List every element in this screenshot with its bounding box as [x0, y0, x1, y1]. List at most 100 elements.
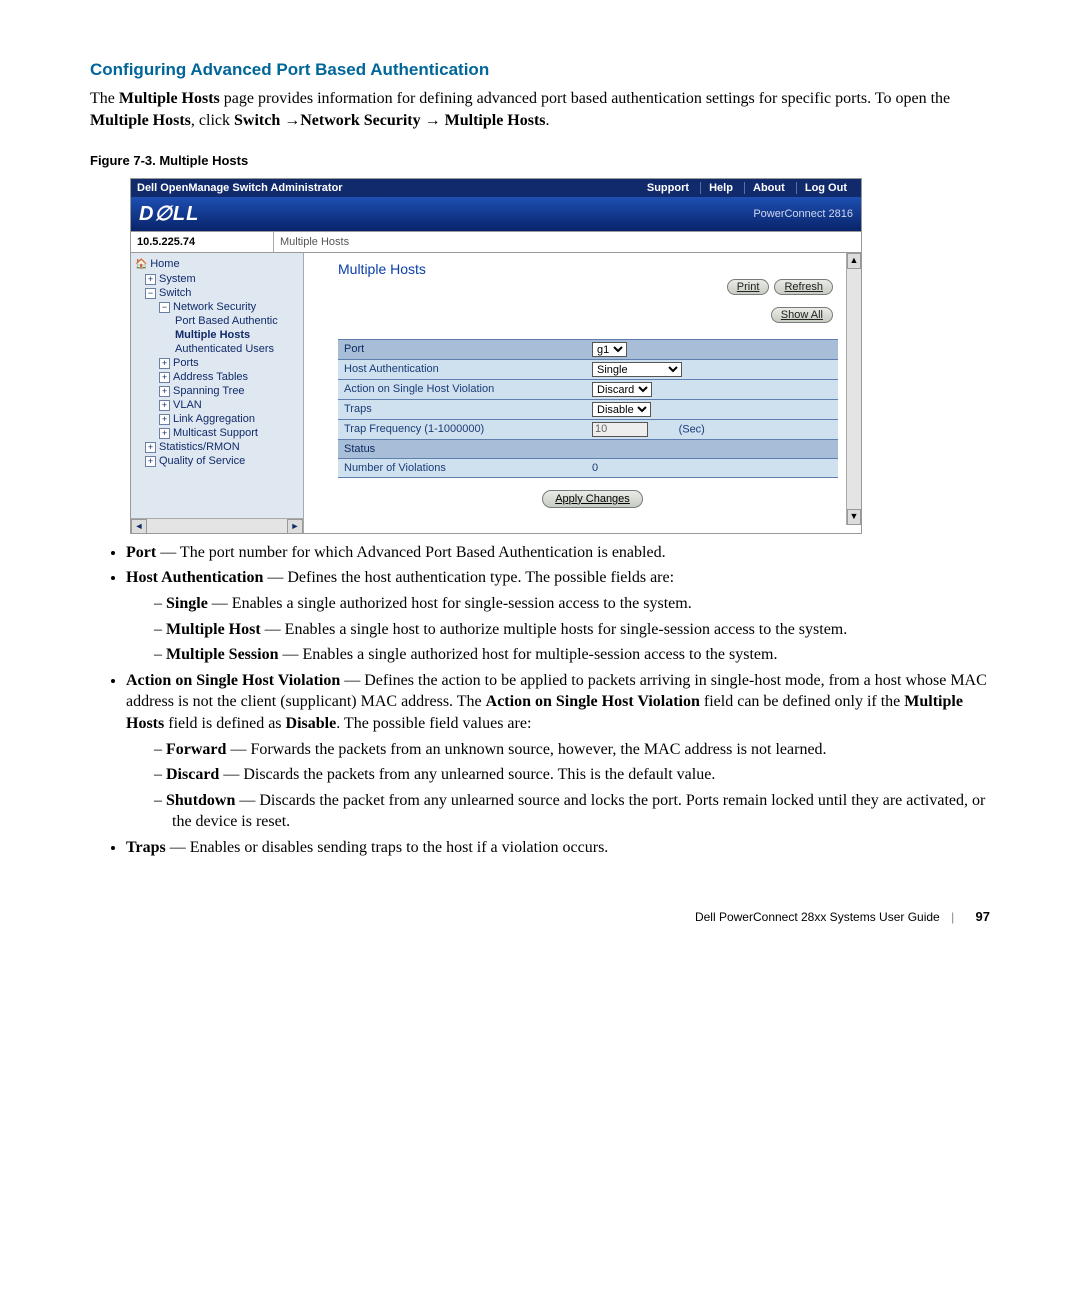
expand-icon[interactable]: + [159, 372, 170, 383]
list-item: Traps — Enables or disables sending trap… [126, 837, 990, 859]
expand-icon[interactable]: + [159, 428, 170, 439]
app-title: Dell OpenManage Switch Administrator [137, 182, 343, 194]
list-item: Action on Single Host Violation — Define… [126, 670, 990, 833]
tree-vlan[interactable]: VLAN [173, 399, 202, 411]
text: — Enables a single authorized host for m… [278, 646, 777, 663]
expand-icon[interactable]: + [159, 386, 170, 397]
term: Discard [166, 766, 219, 783]
print-button[interactable]: Print [727, 279, 770, 295]
term: Network Security [300, 112, 420, 129]
text: — Enables or disables sending traps to t… [166, 839, 609, 856]
logout-link[interactable]: Log Out [796, 182, 855, 194]
term: Multiple Hosts [445, 112, 546, 129]
breadcrumb: Multiple Hosts [274, 232, 355, 252]
list-item: Port — The port number for which Advance… [126, 542, 990, 564]
text: — Enables a single authorized host for s… [208, 595, 692, 612]
refresh-button[interactable]: Refresh [774, 279, 833, 295]
term: Host Authentication [126, 569, 263, 586]
tree-switch[interactable]: Switch [159, 287, 191, 299]
screenshot-frame: Dell OpenManage Switch Administrator Sup… [130, 178, 862, 534]
term: Multiple Hosts [90, 112, 191, 129]
traps-label: Traps [338, 399, 586, 419]
trap-frequency-input[interactable] [592, 422, 648, 437]
support-link[interactable]: Support [639, 182, 697, 194]
expand-icon[interactable]: + [145, 274, 156, 285]
collapse-icon[interactable]: − [145, 288, 156, 299]
term: Multiple Host [166, 621, 261, 638]
expand-icon[interactable]: + [145, 442, 156, 453]
content-panel: Multiple Hosts Print Refresh Show All Po… [304, 253, 861, 525]
violations-label: Number of Violations [338, 458, 586, 477]
scroll-left-icon[interactable]: ◄ [131, 519, 147, 533]
expand-icon[interactable]: + [145, 456, 156, 467]
content-vertical-scrollbar[interactable]: ▲ ▼ [846, 253, 861, 525]
tree-link-aggregation[interactable]: Link Aggregation [173, 413, 255, 425]
settings-table: Port g1 Host Authentication Single Actio… [338, 339, 838, 478]
list-item: Forward — Forwards the packets from an u… [154, 739, 990, 761]
term: Disable [286, 715, 337, 732]
tree-statistics-rmon[interactable]: Statistics/RMON [159, 441, 240, 453]
tree-horizontal-scrollbar[interactable]: ◄ ► [131, 518, 303, 533]
tree-home[interactable]: Home [150, 258, 179, 270]
page-number: 97 [966, 909, 990, 924]
tree-qos[interactable]: Quality of Service [159, 455, 245, 467]
tree-port-based-auth[interactable]: Port Based Authentic [175, 315, 278, 327]
list-item: Multiple Session — Enables a single auth… [154, 644, 990, 666]
term: Switch [234, 112, 280, 129]
text: — Forwards the packets from an unknown s… [226, 741, 826, 758]
show-all-button[interactable]: Show All [771, 307, 833, 323]
tree-spanning-tree[interactable]: Spanning Tree [173, 385, 245, 397]
term: Port [126, 544, 156, 561]
collapse-icon[interactable]: − [159, 302, 170, 313]
term: Shutdown [166, 792, 235, 809]
term: Multiple Session [166, 646, 278, 663]
text: . [546, 112, 550, 129]
trap-frequency-label: Trap Frequency (1-1000000) [338, 419, 586, 439]
tree-multiple-hosts[interactable]: Multiple Hosts [175, 329, 250, 341]
product-label: PowerConnect 2816 [753, 208, 853, 220]
help-link[interactable]: Help [700, 182, 741, 194]
traps-select[interactable]: Disable [592, 402, 651, 417]
tree-authenticated-users[interactable]: Authenticated Users [175, 343, 274, 355]
list-item: Discard — Discards the packets from any … [154, 764, 990, 786]
text: — The port number for which Advanced Por… [156, 544, 665, 561]
text: , click [191, 112, 234, 129]
action-violation-label: Action on Single Host Violation [338, 379, 586, 399]
text: — Enables a single host to authorize mul… [261, 621, 848, 638]
guide-title: Dell PowerConnect 28xx Systems User Guid… [695, 910, 940, 924]
tree-network-security[interactable]: Network Security [173, 301, 256, 313]
titlebar-links: Support Help About Log Out [639, 182, 855, 194]
tree-multicast-support[interactable]: Multicast Support [173, 427, 258, 439]
tree-system[interactable]: System [159, 273, 196, 285]
expand-icon[interactable]: + [159, 358, 170, 369]
port-label: Port [338, 339, 586, 359]
list-item: Host Authentication — Defines the host a… [126, 567, 990, 665]
separator-icon: | [943, 910, 962, 924]
scroll-up-icon[interactable]: ▲ [847, 253, 861, 269]
port-select[interactable]: g1 [592, 342, 627, 357]
expand-icon[interactable]: + [159, 414, 170, 425]
tree-ports[interactable]: Ports [173, 357, 199, 369]
apply-changes-button[interactable]: Apply Changes [542, 490, 643, 508]
action-violation-select[interactable]: Discard [592, 382, 652, 397]
expand-icon[interactable]: + [159, 400, 170, 411]
nav-tree: Home +System −Switch −Network Security P… [131, 253, 304, 533]
trap-frequency-unit: (Sec) [679, 423, 705, 435]
intro-paragraph: The Multiple Hosts page provides informa… [90, 88, 990, 133]
scroll-down-icon[interactable]: ▼ [847, 509, 861, 525]
text: — Defines the host authentication type. … [263, 569, 674, 586]
list-item: Shutdown — Discards the packet from any … [154, 790, 990, 833]
ip-address: 10.5.225.74 [131, 232, 274, 252]
scroll-right-icon[interactable]: ► [287, 519, 303, 533]
tree-address-tables[interactable]: Address Tables [173, 371, 248, 383]
term: Traps [126, 839, 166, 856]
panel-title: Multiple Hosts [338, 261, 847, 277]
term: Forward [166, 741, 226, 758]
term: Action on Single Host Violation [126, 672, 340, 689]
about-link[interactable]: About [744, 182, 793, 194]
host-auth-select[interactable]: Single [592, 362, 682, 377]
page-footer: Dell PowerConnect 28xx Systems User Guid… [90, 909, 990, 924]
arrow-icon: → [421, 112, 445, 129]
term: Action on Single Host Violation [486, 693, 700, 710]
arrow-icon: → [280, 112, 300, 129]
